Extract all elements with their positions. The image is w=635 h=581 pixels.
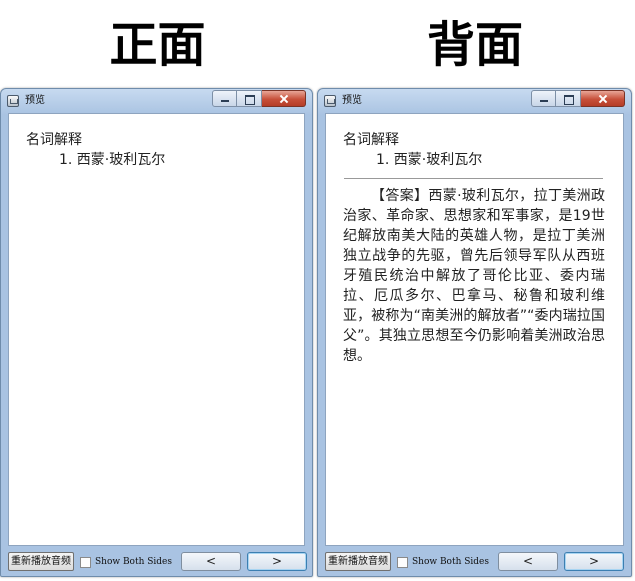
- previous-card-button[interactable]: <: [498, 552, 558, 571]
- front-preview-window: 预览 名词解释 1. 西蒙·玻利瓦尔 重新播放音频 Show Both Side…: [0, 88, 313, 577]
- show-both-sides-checkbox[interactable]: [80, 556, 91, 568]
- show-both-sides-toggle[interactable]: Show Both Sides: [397, 554, 489, 570]
- show-both-sides-label: Show Both Sides: [95, 557, 173, 567]
- previous-card-button[interactable]: <: [181, 552, 241, 571]
- card-type-label: 名词解释: [26, 132, 82, 148]
- close-button[interactable]: [262, 90, 306, 107]
- card-answer: 【答案】西蒙·玻利瓦尔，拉丁美洲政治家、革命家、思想家和军事家，是19世纪解放南…: [343, 188, 605, 364]
- minimize-button[interactable]: [531, 90, 556, 107]
- replay-audio-button[interactable]: 重新播放音频: [325, 552, 391, 571]
- show-both-sides-toggle[interactable]: Show Both Sides: [80, 554, 172, 570]
- answer-divider: [344, 178, 603, 179]
- title-bar[interactable]: 预览: [318, 89, 631, 113]
- show-both-sides-label: Show Both Sides: [412, 557, 490, 567]
- card-type-label: 名词解释: [343, 132, 399, 148]
- card-preview-area: 名词解释 1. 西蒙·玻利瓦尔: [8, 113, 305, 546]
- window-controls: [212, 90, 306, 107]
- window-title: 预览: [342, 95, 362, 106]
- title-bar[interactable]: 预览: [1, 89, 312, 113]
- next-card-button[interactable]: >: [247, 552, 307, 571]
- card-question: 1. 西蒙·玻利瓦尔: [59, 152, 166, 168]
- maximize-button[interactable]: [556, 90, 581, 107]
- window-controls: [531, 90, 625, 107]
- app-icon: [7, 95, 19, 107]
- front-side-heading: 正面: [109, 17, 206, 73]
- app-icon: [324, 95, 336, 107]
- bottom-toolbar: 重新播放音频 Show Both Sides < >: [318, 546, 631, 576]
- back-side-heading: 背面: [426, 17, 523, 73]
- minimize-button[interactable]: [212, 90, 237, 107]
- card-preview-area: 名词解释 1. 西蒙·玻利瓦尔 【答案】西蒙·玻利瓦尔，拉丁美洲政治家、革命家、…: [325, 113, 624, 546]
- maximize-button[interactable]: [237, 90, 262, 107]
- show-both-sides-checkbox[interactable]: [397, 556, 408, 568]
- replay-audio-button[interactable]: 重新播放音频: [8, 552, 74, 571]
- card-question: 1. 西蒙·玻利瓦尔: [376, 152, 483, 168]
- bottom-toolbar: 重新播放音频 Show Both Sides < >: [1, 546, 312, 576]
- back-preview-window: 预览 名词解释 1. 西蒙·玻利瓦尔 【答案】西蒙·玻利瓦尔，拉丁美洲政治家、革…: [317, 88, 632, 577]
- close-button[interactable]: [581, 90, 625, 107]
- next-card-button[interactable]: >: [564, 552, 624, 571]
- window-title: 预览: [25, 95, 45, 106]
